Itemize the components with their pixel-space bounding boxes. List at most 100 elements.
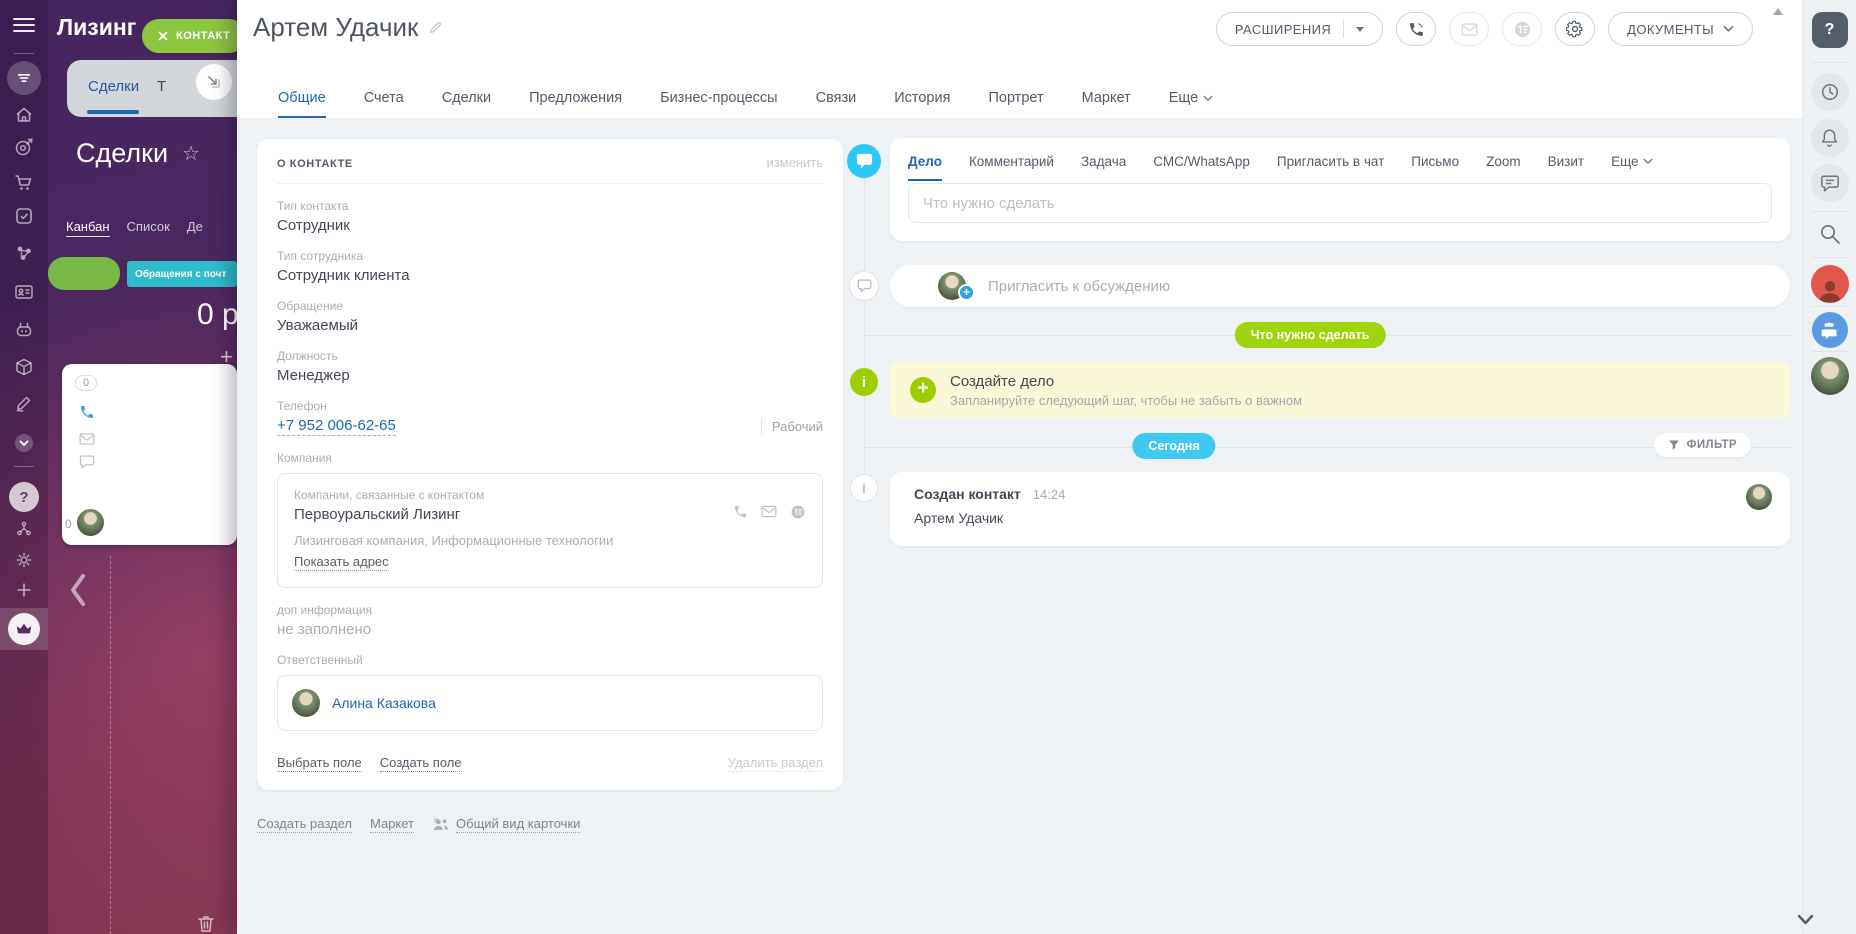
tab-second[interactable]: Т bbox=[157, 78, 166, 95]
menu-hamburger-icon[interactable] bbox=[0, 15, 48, 35]
help-icon[interactable]: ? bbox=[0, 482, 48, 512]
live-feed-icon[interactable] bbox=[0, 61, 48, 95]
show-address-link[interactable]: Показать адрес bbox=[294, 554, 389, 571]
network-icon[interactable] bbox=[0, 243, 48, 263]
card-chat-icon[interactable] bbox=[79, 454, 95, 469]
helpdesk-button[interactable]: ? bbox=[1811, 12, 1848, 48]
documents-button[interactable]: ДОКУМЕНТЫ bbox=[1608, 12, 1753, 46]
tab-deals[interactable]: Сделки bbox=[442, 90, 491, 118]
tasks-icon[interactable] bbox=[0, 206, 48, 226]
recent-user-avatar[interactable] bbox=[1810, 265, 1849, 303]
kanban-stage-chip[interactable]: Обращения с почт bbox=[127, 261, 237, 287]
timeline-filter-button[interactable]: ФИЛЬТР bbox=[1653, 433, 1751, 457]
tab-history[interactable]: История bbox=[894, 90, 950, 118]
select-field-link[interactable]: Выбрать поле bbox=[277, 755, 362, 772]
view-tab-more[interactable]: Де bbox=[187, 219, 203, 237]
collapse-slider-button[interactable] bbox=[196, 64, 232, 100]
share-nodes-icon[interactable] bbox=[0, 520, 48, 538]
contact-header: Артем Удачик РАСШИРЕНИЯ ДОКУМЕНТЫ Общие … bbox=[237, 0, 1802, 118]
kanban-deal-card[interactable]: 0 0 bbox=[62, 364, 237, 545]
composer-tab-email[interactable]: Письмо bbox=[1411, 154, 1459, 181]
card-phone-icon[interactable] bbox=[79, 404, 95, 420]
kanban-stage-bar[interactable] bbox=[48, 257, 120, 290]
tab-portrait[interactable]: Портрет bbox=[988, 90, 1043, 118]
scroll-down-chevron[interactable] bbox=[1797, 914, 1814, 926]
more-chevron-icon[interactable] bbox=[0, 432, 48, 454]
tab-general[interactable]: Общие bbox=[278, 90, 326, 118]
responsible-name-link[interactable]: Алина Казакова bbox=[332, 695, 436, 711]
composer-tab-task[interactable]: Задача bbox=[1081, 154, 1126, 181]
sites-cube-icon[interactable] bbox=[0, 357, 48, 377]
marketing-target-icon[interactable] bbox=[0, 137, 48, 157]
company-onec-icon[interactable] bbox=[790, 504, 806, 520]
sign-pen-icon[interactable] bbox=[0, 393, 48, 413]
scroll-up-arrow[interactable] bbox=[1773, 8, 1783, 15]
invite-discussion-bar[interactable]: + Пригласить к обсуждению bbox=[890, 265, 1790, 307]
card-mail-icon[interactable] bbox=[79, 432, 95, 446]
tab-bizproc[interactable]: Бизнес-процессы bbox=[660, 90, 778, 118]
favorite-star-icon[interactable]: ☆ bbox=[182, 141, 200, 166]
tab-deals[interactable]: Сделки bbox=[88, 78, 139, 95]
company-drive-icon[interactable] bbox=[0, 105, 48, 125]
tab-invoices[interactable]: Счета bbox=[364, 90, 404, 118]
composer-tab-more[interactable]: Еще bbox=[1611, 154, 1652, 181]
composer-tab-visit[interactable]: Визит bbox=[1548, 154, 1584, 181]
onec-button[interactable] bbox=[1502, 12, 1543, 46]
create-field-link[interactable]: Создать поле bbox=[379, 755, 462, 772]
chevron-down-icon bbox=[1643, 158, 1652, 164]
contact-chip-label: КОНТАКТ bbox=[176, 30, 231, 42]
invite-plus-icon: + bbox=[958, 284, 975, 301]
extensions-button[interactable]: РАСШИРЕНИЯ bbox=[1215, 12, 1384, 46]
delete-section-link[interactable]: Удалить раздел bbox=[727, 755, 823, 772]
field-label: Обращение bbox=[277, 299, 343, 313]
group-chat-button[interactable] bbox=[1811, 312, 1848, 348]
responsible-avatar[interactable] bbox=[292, 689, 320, 717]
timeline-entry-contact-created[interactable]: Создан контакт 14:24 Артем Удачик bbox=[890, 472, 1790, 546]
composer-tab-zoom[interactable]: Zoom bbox=[1486, 154, 1521, 181]
card-assignee-avatar[interactable] bbox=[77, 509, 104, 536]
edit-name-icon[interactable] bbox=[428, 20, 443, 35]
phone-link[interactable]: +7 952 006-62-65 bbox=[277, 417, 396, 436]
robot-automation-icon[interactable] bbox=[0, 320, 48, 340]
add-plus-icon[interactable] bbox=[0, 581, 48, 599]
shop-cart-icon[interactable] bbox=[0, 173, 48, 193]
search-button[interactable] bbox=[1818, 222, 1842, 246]
tab-relations[interactable]: Связи bbox=[816, 90, 857, 118]
market-link[interactable]: Маркет bbox=[369, 816, 415, 833]
close-icon[interactable] bbox=[158, 31, 168, 41]
create-section-link[interactable]: Создать раздел bbox=[257, 816, 352, 833]
view-tab-kanban[interactable]: Канбан bbox=[66, 219, 110, 237]
settings-gear-icon[interactable] bbox=[0, 551, 48, 569]
collapse-column-chevron[interactable] bbox=[66, 570, 90, 610]
view-tab-list[interactable]: Список bbox=[127, 219, 170, 237]
notifications-bell-button[interactable] bbox=[1810, 119, 1849, 157]
todo-input[interactable] bbox=[908, 183, 1772, 223]
create-activity-hint[interactable]: + Создайте дело Запланируйте следующий ш… bbox=[890, 362, 1790, 418]
crm-contacts-icon[interactable] bbox=[0, 282, 48, 302]
company-name-link[interactable]: Первоуральский Лизинг bbox=[294, 506, 484, 523]
settings-button[interactable] bbox=[1555, 12, 1596, 46]
card-view-link[interactable]: Общий вид карточки bbox=[456, 816, 581, 833]
recent-user-avatar[interactable] bbox=[1810, 357, 1849, 395]
email-button[interactable] bbox=[1449, 12, 1490, 46]
timeman-clock-button[interactable] bbox=[1810, 73, 1849, 111]
composer-tab-comment[interactable]: Комментарий bbox=[969, 154, 1054, 181]
tariff-crown-button[interactable] bbox=[0, 608, 48, 650]
company-phone-icon[interactable] bbox=[733, 504, 748, 519]
tab-more[interactable]: Еще bbox=[1169, 90, 1214, 118]
contact-entity-chip[interactable]: КОНТАКТ bbox=[142, 19, 247, 53]
call-button[interactable] bbox=[1396, 12, 1437, 46]
tab-quotes[interactable]: Предложения bbox=[529, 90, 622, 118]
info-glyph: i bbox=[861, 373, 867, 391]
contact-toolbar: РАСШИРЕНИЯ ДОКУМЕНТЫ bbox=[1215, 12, 1753, 46]
field-label: Должность bbox=[277, 349, 338, 363]
composer-tab-activity[interactable]: Дело bbox=[908, 154, 942, 181]
messenger-button[interactable] bbox=[1810, 164, 1849, 202]
composer-tab-invite-chat[interactable]: Пригласить в чат bbox=[1277, 154, 1384, 181]
card-view-item[interactable]: Общий вид карточки bbox=[432, 816, 581, 833]
edit-link[interactable]: изменить bbox=[766, 155, 823, 170]
company-mail-icon[interactable] bbox=[761, 505, 777, 518]
tab-market[interactable]: Маркет bbox=[1082, 90, 1131, 118]
composer-tab-sms[interactable]: СМС/WhatsApp bbox=[1153, 154, 1250, 181]
caret-down-icon[interactable] bbox=[1356, 26, 1365, 32]
